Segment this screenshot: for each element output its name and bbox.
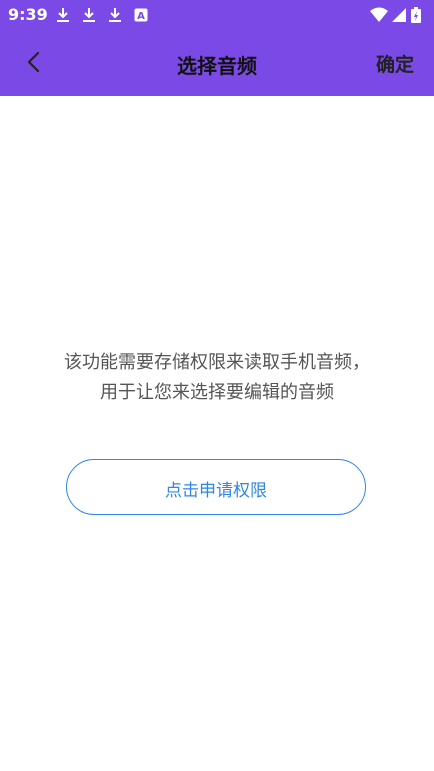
status-bar: 9:39 A: [0, 0, 434, 30]
battery-icon: [411, 7, 421, 23]
confirm-button[interactable]: 确定: [376, 50, 414, 77]
permission-message-line1: 该功能需要存储权限来读取手机音频，: [64, 352, 370, 373]
signal-icon: [392, 8, 406, 22]
page-title: 选择音频: [177, 54, 257, 78]
status-time: 9:39: [8, 5, 48, 24]
request-permission-label: 点击申请权限: [165, 481, 267, 501]
download-icon: [57, 8, 69, 22]
svg-text:A: A: [137, 11, 145, 22]
request-permission-button[interactable]: 点击申请权限: [66, 459, 366, 515]
app-bar: 选择音频 确定: [0, 30, 434, 96]
wifi-icon: [370, 7, 388, 22]
a-app-icon: A: [134, 8, 148, 22]
system-indicators: [370, 7, 421, 23]
permission-message-line2: 用于让您来选择要编辑的音频: [100, 382, 334, 403]
download-icon: [83, 8, 95, 22]
download-icon: [109, 8, 121, 22]
